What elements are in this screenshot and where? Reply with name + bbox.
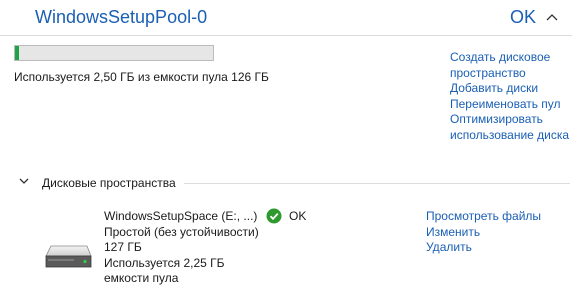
pool-title: WindowsSetupPool-0 — [35, 7, 208, 27]
create-space-link[interactable]: Создать дисковое пространство — [450, 50, 570, 81]
chevron-up-icon[interactable] — [545, 10, 559, 24]
pool-header: WindowsSetupPool-0 OK — [0, 0, 572, 36]
optimize-drive-usage-link[interactable]: Оптимизировать использование диска — [450, 112, 570, 143]
space-status: OK — [266, 208, 306, 224]
pool-actions: Создать дисковое пространство Добавить д… — [450, 50, 570, 143]
space-resiliency: Простой (без устойчивости) — [104, 224, 259, 239]
ok-check-icon — [266, 208, 282, 224]
space-actions: Просмотреть файлы Изменить Удалить — [426, 209, 541, 256]
pool-usage-fill — [15, 46, 19, 60]
pool-usage-bar — [14, 45, 214, 61]
space-details: WindowsSetupSpace (E:, ...) Простой (без… — [104, 209, 259, 287]
rename-pool-link[interactable]: Переименовать пул — [450, 97, 570, 113]
drive-icon — [45, 245, 92, 268]
pool-usage-text: Используется 2,50 ГБ из емкости пула 126… — [14, 70, 269, 84]
space-name: WindowsSetupSpace (E:, ...) — [104, 209, 258, 223]
section-divider — [184, 183, 570, 184]
space-status-text: OK — [289, 209, 307, 223]
pool-status: OK — [510, 7, 537, 27]
add-drives-link[interactable]: Добавить диски — [450, 81, 570, 97]
space-size: 127 ГБ — [104, 240, 142, 254]
change-link[interactable]: Изменить — [426, 225, 541, 241]
view-files-link[interactable]: Просмотреть файлы — [426, 209, 541, 225]
section-title: Дисковые пространства — [42, 176, 176, 190]
delete-link[interactable]: Удалить — [426, 240, 541, 256]
space-usage: Используется 2,25 ГБ емкости пула — [104, 255, 225, 286]
chevron-down-icon[interactable] — [18, 175, 30, 187]
